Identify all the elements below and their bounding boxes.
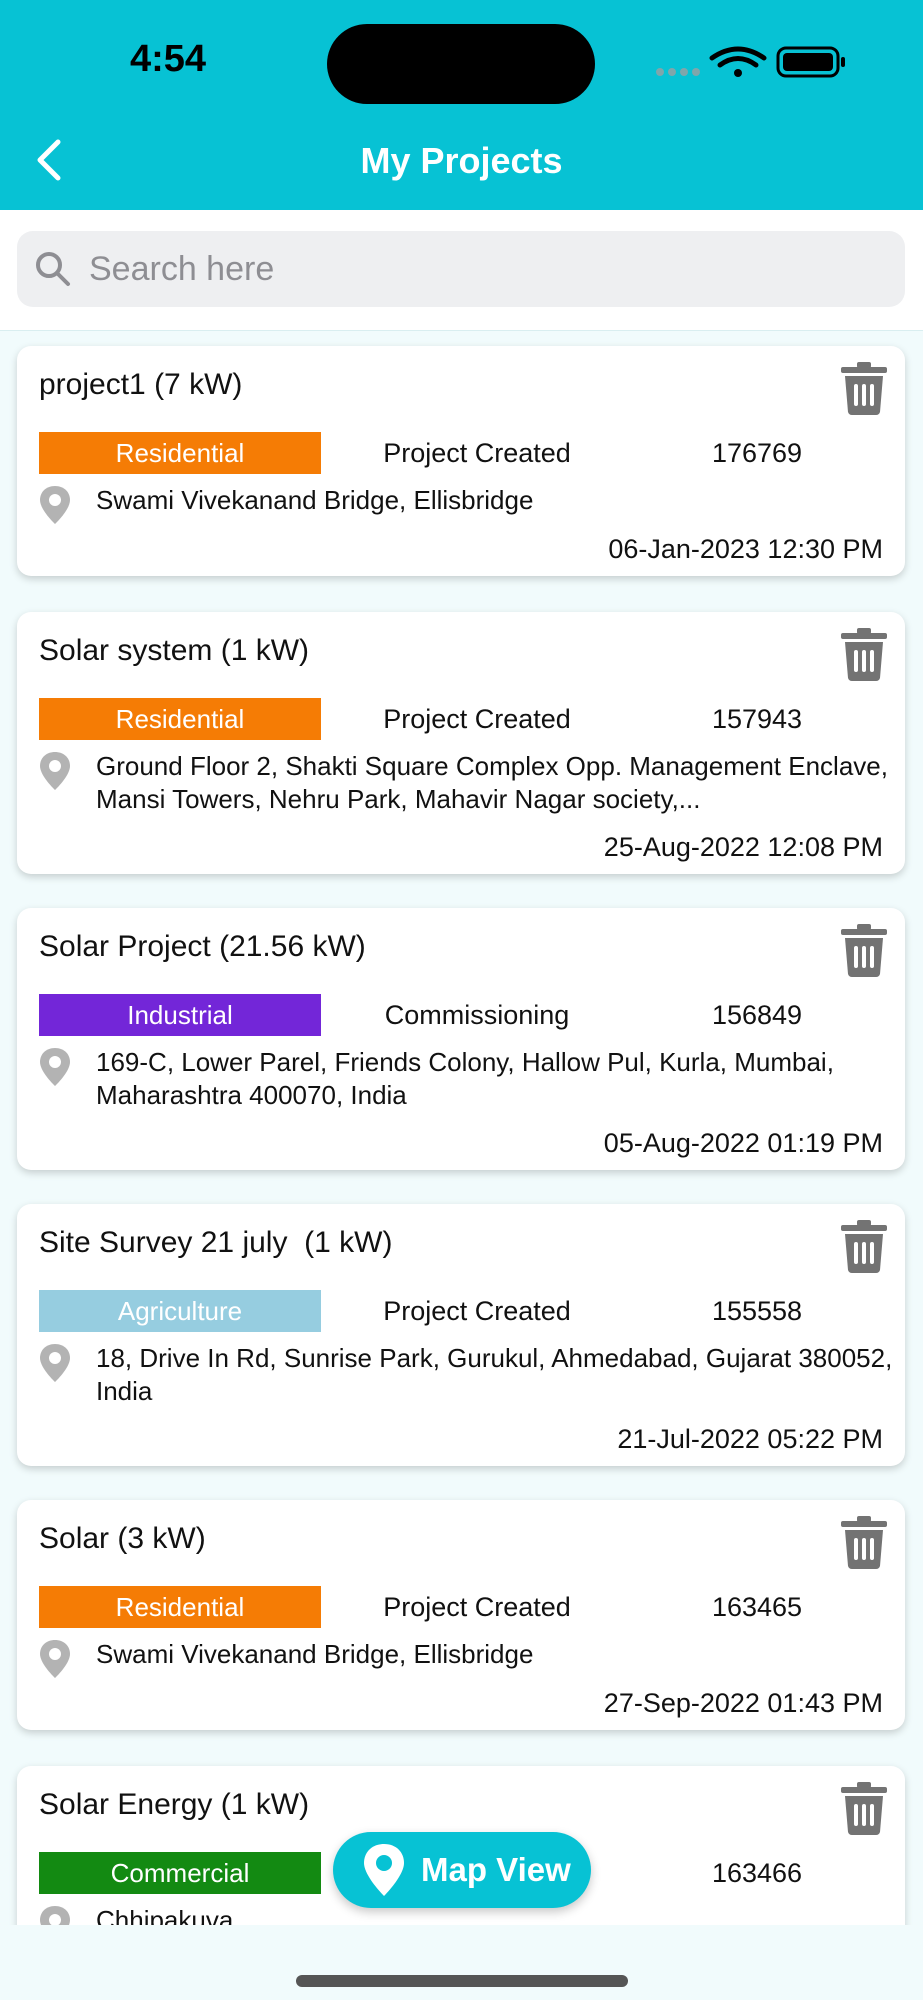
project-title: Solar (3 kW) [39,1522,206,1555]
trash-icon [841,1220,887,1273]
delete-button[interactable] [839,1780,889,1836]
search-icon [36,252,70,286]
search-input[interactable] [87,248,871,290]
project-list[interactable]: project1 (7 kW) Residential Project Crea… [0,330,923,1925]
location-pin-icon [40,1906,70,1925]
project-id: 176769 [711,438,803,468]
project-date: 21-Jul-2022 05:22 PM [617,1424,883,1454]
trash-icon [841,362,887,415]
project-card[interactable]: Solar system (1 kW) Residential Project … [17,612,905,874]
project-id: 155558 [711,1296,803,1326]
project-address: Swami Vivekanand Bridge, Ellisbridge [96,485,534,515]
trash-icon [841,1516,887,1569]
map-view-label: Map View [421,1851,571,1888]
project-title: Solar system (1 kW) [39,634,310,667]
category-badge: Industrial [39,994,321,1036]
project-date: 27-Sep-2022 01:43 PM [603,1688,883,1718]
project-id: 163465 [711,1592,803,1622]
project-status: Commissioning [384,1000,570,1030]
location-pin-icon [40,486,70,524]
home-indicator[interactable] [296,1975,628,1987]
project-address: 169-C, Lower Parel, Friends Colony, Hall… [96,1047,834,1110]
delete-button[interactable] [839,1514,889,1570]
project-status: Project Created [383,1296,571,1326]
category-badge: Residential [39,432,321,474]
project-title: Site Survey 21 july (1 kW) [39,1226,393,1259]
category-badge: Residential [39,1586,321,1628]
delete-button[interactable] [839,922,889,978]
project-status: Project Created [383,704,571,734]
project-status: Project Created [383,1592,571,1622]
app-header: 4:54 My Projects [0,0,923,210]
project-title: Solar Energy (1 kW) [39,1788,310,1821]
search-bar[interactable] [17,231,905,307]
battery-icon [776,46,845,78]
dynamic-island [327,24,595,104]
bottom-safe-area [0,1925,923,2000]
project-address: Swami Vivekanand Bridge, Ellisbridge [96,1639,534,1669]
project-card[interactable]: Solar (3 kW) Residential Project Created… [17,1500,905,1730]
project-card[interactable]: project1 (7 kW) Residential Project Crea… [17,346,905,576]
project-status: Project Created [383,438,571,468]
location-pin-icon [40,1344,70,1382]
project-date: 05-Aug-2022 01:19 PM [603,1128,883,1158]
page-title: My Projects [360,140,563,181]
location-pin-icon [40,1640,70,1678]
project-id: 163466 [711,1858,803,1888]
project-date: 06-Jan-2023 12:30 PM [608,534,883,564]
project-title: Solar Project (21.56 kW) [39,930,366,963]
project-id: 156849 [711,1000,803,1030]
project-date: 25-Aug-2022 12:08 PM [603,832,883,862]
project-address: Ground Floor 2, Shakti Square Complex Op… [96,751,888,814]
project-card[interactable]: Solar Project (21.56 kW) Industrial Comm… [17,908,905,1170]
delete-button[interactable] [839,360,889,416]
category-badge: Residential [39,698,321,740]
status-icons [656,46,845,78]
trash-icon [841,924,887,977]
project-title: project1 (7 kW) [39,368,243,401]
wifi-icon [709,46,767,77]
trash-icon [841,1782,887,1835]
category-badge: Commercial [39,1852,321,1894]
map-pin-icon [364,1844,404,1896]
project-address: 18, Drive In Rd, Sunrise Park, Gurukul, … [96,1343,893,1406]
location-pin-icon [40,1048,70,1086]
project-id: 157943 [711,704,803,734]
map-view-button[interactable]: Map View [333,1832,591,1908]
delete-button[interactable] [839,626,889,682]
project-card[interactable]: Site Survey 21 july (1 kW) Agriculture P… [17,1204,905,1466]
delete-button[interactable] [839,1218,889,1274]
category-badge: Agriculture [39,1290,321,1332]
status-time: 4:54 [130,38,207,80]
location-pin-icon [40,752,70,790]
signal-icon [656,68,700,76]
trash-icon [841,628,887,681]
search-area [0,210,923,331]
